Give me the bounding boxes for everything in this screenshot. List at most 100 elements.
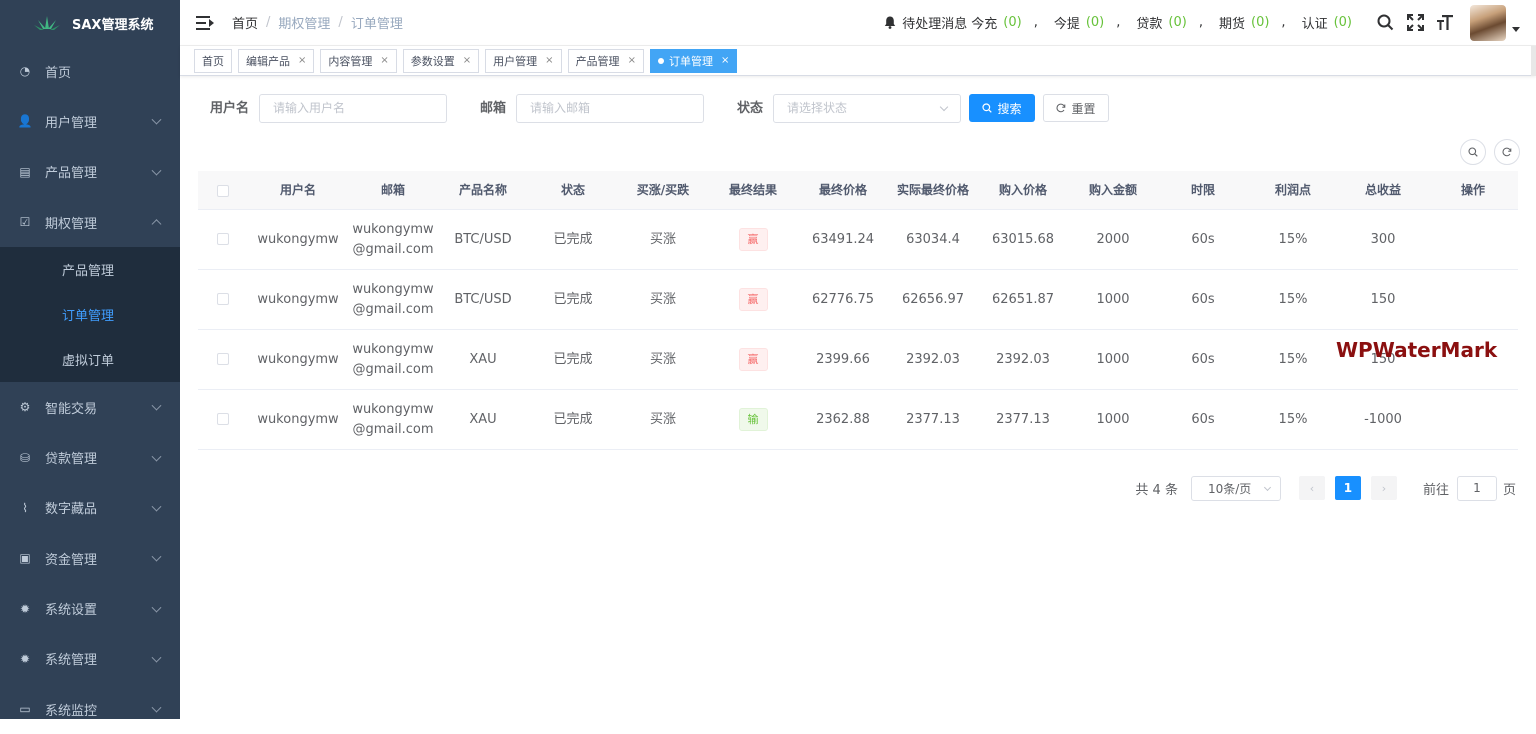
app-title: SAX管理系统 <box>72 17 154 33</box>
breadcrumb-item: 期权管理 <box>278 17 331 32</box>
prev-page-button[interactable]: ‹ <box>1298 476 1325 500</box>
reset-button-label: 重置 <box>1071 101 1096 116</box>
users-icon: 👤 <box>17 114 33 129</box>
table-cell: 输 <box>708 408 798 431</box>
email-line: wukongymw <box>352 401 434 417</box>
sidebar-item-label: 首页 <box>45 65 72 81</box>
sidebar-item[interactable]: ⌇ 数字藏品 <box>0 483 180 533</box>
chevron-down-icon <box>151 400 162 411</box>
hamburger-icon[interactable] <box>196 15 214 30</box>
search-button[interactable]: 搜索 <box>969 94 1035 122</box>
sidebar-item[interactable]: ☑ 期权管理 <box>0 197 180 247</box>
table-cell: 已完成 <box>553 411 593 427</box>
notice-count[interactable]: (0) <box>1086 15 1104 30</box>
column-header: 用户名 <box>279 183 316 197</box>
table-cell: 60s <box>1191 411 1215 427</box>
sidebar-item[interactable]: ✹ 系统管理 <box>0 634 180 684</box>
pagination-total: 共 4 条 <box>1135 482 1178 498</box>
table-cell: -1000 <box>1364 411 1402 427</box>
notice-separator: , <box>1281 15 1286 30</box>
close-icon[interactable]: × <box>545 55 553 66</box>
sidebar-item[interactable]: ✹ 系统设置 <box>0 583 180 633</box>
notice-separator: , <box>1198 15 1203 30</box>
sidebar-item-label: 数字藏品 <box>45 502 98 518</box>
sidebar-subitem[interactable]: 订单管理 <box>0 292 180 337</box>
username-input[interactable]: 请输入用户名 <box>259 94 447 123</box>
column-header: 最终价格 <box>818 183 867 197</box>
close-icon[interactable]: × <box>298 55 306 66</box>
goto-suffix: 页 <box>1502 482 1516 498</box>
column-header: 购入价格 <box>998 183 1047 197</box>
email-label: 邮箱 <box>480 101 507 116</box>
email-input[interactable]: 请输入邮箱 <box>516 94 704 123</box>
refresh-button[interactable] <box>1494 139 1520 165</box>
bell-icon <box>885 16 896 29</box>
tab-tag[interactable]: 编辑产品 × <box>238 48 315 73</box>
goto-page-input[interactable]: 1 <box>1456 475 1497 501</box>
breadcrumb-item[interactable]: 首页 <box>232 13 258 32</box>
page-number-button[interactable]: 1 <box>1334 476 1361 500</box>
sidebar-item-label: 贷款管理 <box>45 452 98 468</box>
notice-count[interactable]: (0) <box>1003 15 1021 30</box>
close-icon[interactable]: × <box>628 55 636 66</box>
row-checkbox[interactable] <box>217 293 229 305</box>
notice-count[interactable]: (0) <box>1334 15 1352 30</box>
table-row: wukongymw wukongymw @gmail.com XAU 已完成 买涨 赢 239… <box>198 330 1518 390</box>
chevron-down-icon <box>151 602 162 613</box>
page-size-select[interactable]: 10条/页 <box>1190 475 1281 501</box>
tab-tag[interactable]: 订单管理 × <box>649 48 738 73</box>
sidebar-subitem[interactable]: 产品管理 <box>0 247 180 292</box>
table-cell: BTC/USD <box>454 291 512 307</box>
sidebar-item[interactable]: ▣ 资金管理 <box>0 533 180 583</box>
font-size-icon[interactable] <box>1436 14 1454 32</box>
sidebar-item[interactable]: ⚙ 智能交易 <box>0 382 180 432</box>
avatar[interactable] <box>1470 4 1506 41</box>
sidebar-subitem[interactable]: 虚拟订单 <box>0 337 180 382</box>
scrollbar[interactable] <box>1531 46 1536 76</box>
table-cell: 2377.13 <box>906 411 960 427</box>
tab-tag[interactable]: 首页 <box>194 48 232 73</box>
sidebar-item-label: 产品管理 <box>45 166 98 182</box>
close-icon[interactable]: × <box>463 55 471 66</box>
tab-tag[interactable]: 参数设置 × <box>402 48 480 73</box>
tab-tag-label: 参数设置 <box>410 54 455 68</box>
sidebar-item[interactable]: ▤ 产品管理 <box>0 147 180 197</box>
table-cell: wukongymw <box>257 411 339 427</box>
table-cell: 2399.66 <box>816 351 870 367</box>
column-header: 买涨/买跌 <box>636 183 690 197</box>
chevron-down-icon <box>151 702 162 713</box>
sidebar-menu: ◔ 首页 👤 用户管理 ▤ 产品管理 ☑ 期权管理 产品管理 订单管理 虚拟订单 ⚙ 智能交易 ⛁ 贷款管理… <box>0 46 180 734</box>
tab-tag[interactable]: 内容管理 × <box>320 48 397 73</box>
tab-tag[interactable]: 用户管理 × <box>485 48 562 73</box>
reset-button[interactable]: 重置 <box>1043 94 1109 122</box>
notice-count[interactable]: (0) <box>1168 15 1186 30</box>
goto-page: 前往 1 页 <box>1423 475 1516 501</box>
fullscreen-icon[interactable] <box>1406 14 1424 32</box>
toggle-search-button[interactable] <box>1460 139 1486 165</box>
sidebar-item[interactable]: ◔ 首页 <box>0 46 180 96</box>
sidebar-item[interactable]: 👤 用户管理 <box>0 96 180 146</box>
logo[interactable]: SAX管理系统 <box>0 0 180 46</box>
sidebar-item-label: 资金管理 <box>45 552 98 568</box>
chevron-down-icon <box>151 115 162 125</box>
row-checkbox[interactable] <box>217 413 229 425</box>
search-icon[interactable] <box>1376 14 1394 32</box>
table-cell: 买涨 <box>649 411 676 427</box>
close-icon[interactable]: × <box>721 55 729 66</box>
table-cell: XAU <box>469 411 497 427</box>
notice-count[interactable]: (0) <box>1251 15 1269 30</box>
tab-tag[interactable]: 产品管理 × <box>567 48 644 73</box>
pending-notice[interactable]: 待处理消息 今充 (0), 今提 (0), 贷款 (0), 期货 (0), 认证 (0) <box>884 13 1352 32</box>
sidebar-item[interactable]: ▭ 系统监控 <box>0 684 180 734</box>
status-select[interactable]: 请选择状态 <box>773 94 961 123</box>
next-page-button[interactable]: › <box>1370 476 1397 500</box>
row-checkbox[interactable] <box>217 233 229 245</box>
table-cell: 赢 <box>708 348 798 371</box>
chevron-down-icon <box>1263 483 1272 491</box>
active-dot-icon <box>657 57 664 64</box>
sidebar-item[interactable]: ⛁ 贷款管理 <box>0 432 180 482</box>
select-all-checkbox[interactable] <box>217 184 229 197</box>
row-checkbox[interactable] <box>217 353 229 365</box>
caret-down-icon[interactable] <box>1512 27 1520 32</box>
close-icon[interactable]: × <box>380 55 388 66</box>
